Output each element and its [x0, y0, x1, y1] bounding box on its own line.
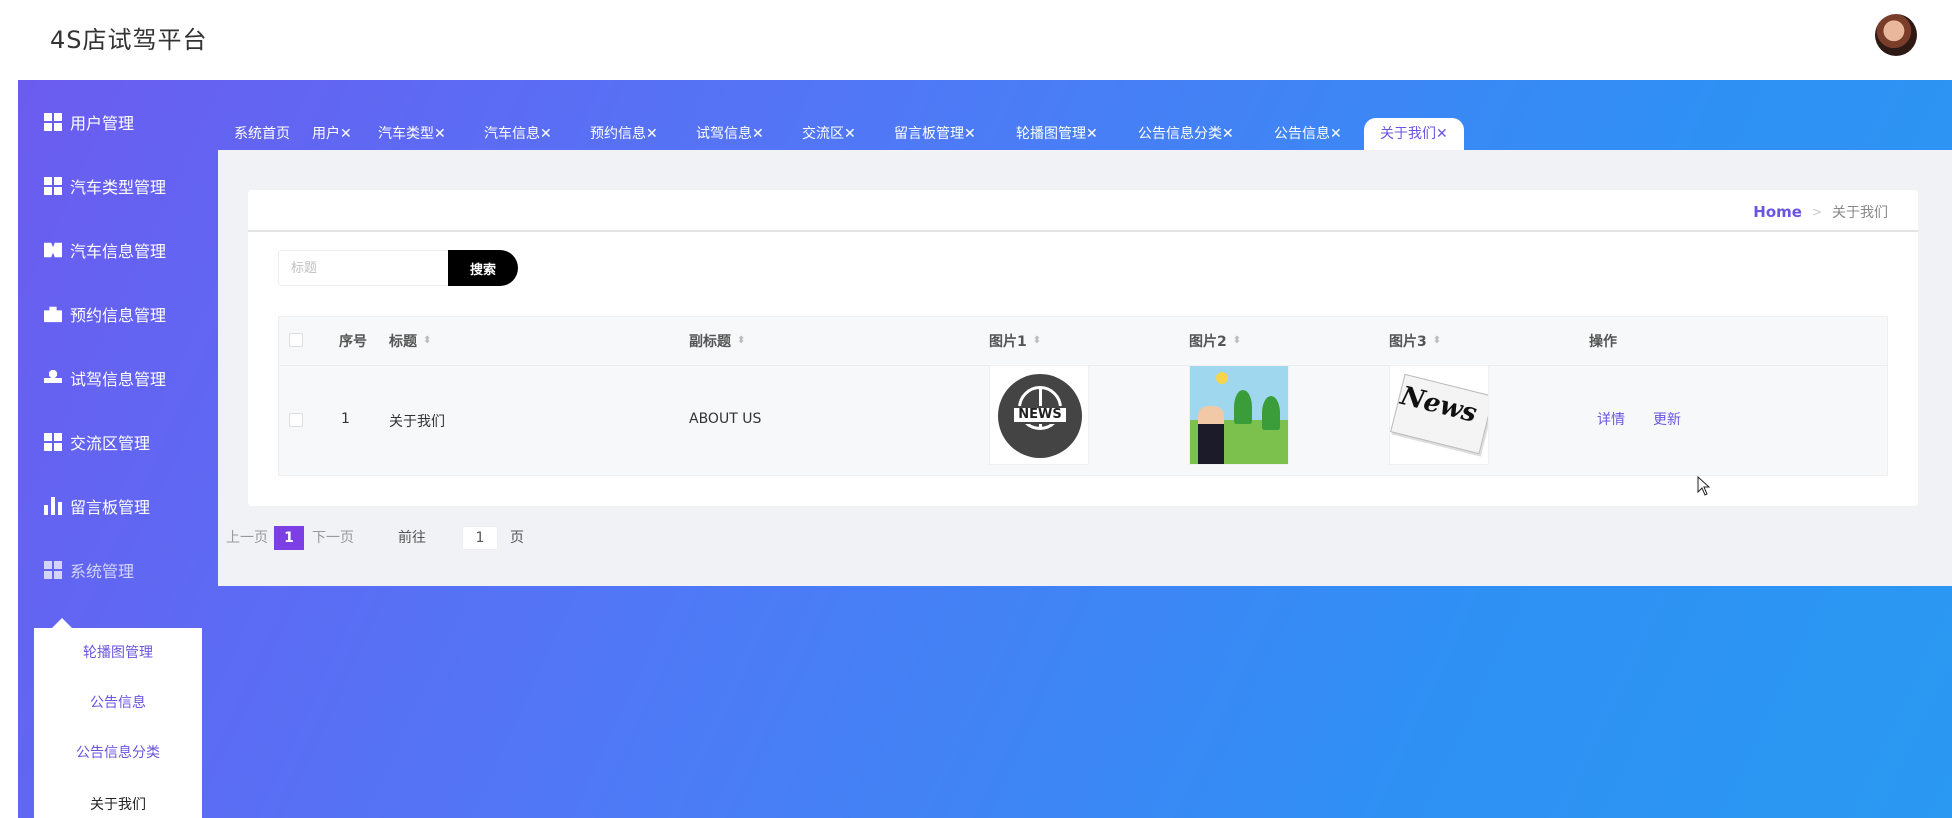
column-header-label: 图片2: [1189, 334, 1227, 350]
row-checkbox[interactable]: [289, 413, 303, 427]
sort-icon[interactable]: ⬍: [1033, 336, 1041, 346]
bar-chart-icon: [44, 497, 62, 515]
sidebar-item-message-board-management[interactable]: 留言板管理: [44, 490, 150, 522]
sidebar-item-booking-management[interactable]: 预约信息管理: [44, 298, 166, 330]
grid-icon: [44, 561, 62, 579]
breadcrumb-separator: >: [1811, 205, 1822, 219]
column-header-actions: 操作: [1589, 331, 1617, 351]
tab-about-us[interactable]: 关于我们✕: [1364, 118, 1464, 150]
column-header-label: 副标题: [689, 334, 731, 350]
tab-car-types[interactable]: 汽车类型✕: [378, 118, 446, 150]
grid-icon: [44, 113, 62, 131]
tab-home[interactable]: 系统首页: [234, 118, 290, 150]
data-table: 序号 标题 ⬍ 副标题 ⬍ 图片1 ⬍ 图片2 ⬍ 图片3 ⬍ 操作 1 关于我…: [278, 316, 1888, 476]
column-header-subtitle[interactable]: 副标题 ⬍: [689, 331, 745, 351]
sort-icon[interactable]: ⬍: [423, 336, 431, 346]
submenu-item-announcements[interactable]: 公告信息: [34, 692, 202, 712]
cell-index: 1: [341, 411, 350, 427]
tab-announcements[interactable]: 公告信息✕: [1274, 118, 1342, 150]
user-avatar[interactable]: [1875, 14, 1917, 56]
column-header-label: 操作: [1589, 334, 1617, 350]
column-header-label: 序号: [339, 334, 367, 350]
column-header-label: 标题: [389, 334, 417, 350]
sidebar-item-car-info-management[interactable]: 汽车信息管理: [44, 234, 166, 266]
submenu-item-about-us[interactable]: 关于我们: [34, 794, 202, 814]
sidebar-item-label: 留言板管理: [70, 498, 151, 517]
app-title: 4S店试驾平台: [50, 26, 208, 54]
column-header-image1[interactable]: 图片1 ⬍: [989, 331, 1041, 351]
sidebar-item-user-management[interactable]: 用户管理: [44, 106, 134, 138]
top-bar: 4S店试驾平台: [0, 0, 1952, 80]
grid-icon: [44, 177, 62, 195]
sidebar-item-test-drive-management[interactable]: 试驾信息管理: [44, 362, 166, 394]
tab-car-info[interactable]: 汽车信息✕: [484, 118, 552, 150]
breadcrumb: Home > 关于我们: [1753, 202, 1888, 222]
content-card: Home > 关于我们 搜索 序号 标题 ⬍ 副标题 ⬍: [248, 190, 1918, 506]
sidebar-item-label: 系统管理: [70, 562, 135, 581]
tree-shape: [1234, 390, 1252, 424]
sidebar-item-label: 汽车类型管理: [70, 178, 167, 197]
sidebar-item-label: 预约信息管理: [70, 306, 167, 325]
tree-shape: [1262, 396, 1280, 430]
submenu-item-carousel[interactable]: 轮播图管理: [34, 642, 202, 662]
pagination-current-page[interactable]: 1: [274, 526, 304, 550]
pagination-next[interactable]: 下一页: [312, 526, 354, 550]
column-header-image2[interactable]: 图片2 ⬍: [1189, 331, 1241, 351]
pagination-goto-label: 前往: [398, 530, 426, 546]
sidebar-item-label: 用户管理: [70, 114, 135, 133]
grid-icon: [44, 433, 62, 451]
column-header-title[interactable]: 标题 ⬍: [389, 331, 431, 351]
update-link[interactable]: 更新: [1653, 409, 1681, 429]
submenu-item-announcement-categories[interactable]: 公告信息分类: [34, 742, 202, 762]
pagination-page-unit: 页: [510, 530, 524, 546]
content-panel: Home > 关于我们 搜索 序号 标题 ⬍ 副标题 ⬍: [218, 150, 1952, 586]
briefcase-icon: [44, 306, 62, 323]
tab-users[interactable]: 用户✕: [312, 118, 352, 150]
pagination-goto-input[interactable]: 1: [462, 526, 498, 550]
cell-subtitle: ABOUT US: [689, 411, 762, 427]
divider: [248, 230, 1918, 232]
column-header-label: 图片1: [989, 334, 1027, 350]
sun-shape: [1216, 372, 1228, 384]
sort-icon[interactable]: ⬍: [1233, 336, 1241, 346]
sidebar-item-label: 交流区管理: [70, 434, 151, 453]
tab-announcement-categories[interactable]: 公告信息分类✕: [1138, 118, 1234, 150]
news-label: NEWS: [1012, 406, 1068, 424]
tab-forum[interactable]: 交流区✕: [802, 118, 856, 150]
ticket-icon: [44, 242, 62, 258]
breadcrumb-home[interactable]: Home: [1753, 203, 1802, 221]
tab-message-board[interactable]: 留言板管理✕: [894, 118, 976, 150]
sort-icon[interactable]: ⬍: [1433, 336, 1441, 346]
column-header-image3[interactable]: 图片3 ⬍: [1389, 331, 1441, 351]
pagination-prev[interactable]: 上一页: [226, 526, 268, 550]
mouse-cursor-icon: [1697, 476, 1711, 496]
tab-bookings[interactable]: 预约信息✕: [590, 118, 658, 150]
search-button[interactable]: 搜索: [448, 250, 518, 286]
detail-link[interactable]: 详情: [1597, 409, 1625, 429]
cell-image3-thumbnail[interactable]: News: [1389, 365, 1489, 465]
sidebar: 用户管理 汽车类型管理 汽车信息管理 预约信息管理 试驾信息管理 交流区管理 留…: [18, 80, 218, 818]
sidebar-item-forum-management[interactable]: 交流区管理: [44, 426, 150, 458]
column-header-index: 序号: [339, 331, 367, 351]
tab-bar: 系统首页 用户✕ 汽车类型✕ 汽车信息✕ 预约信息✕ 试驾信息✕ 交流区✕ 留言…: [218, 118, 1952, 150]
user-icon: [44, 369, 62, 387]
sidebar-item-label: 试驾信息管理: [70, 370, 167, 389]
system-submenu: 轮播图管理 公告信息 公告信息分类 关于我们: [34, 618, 202, 818]
sort-icon[interactable]: ⬍: [737, 336, 745, 346]
column-header-label: 图片3: [1389, 334, 1427, 350]
select-all-checkbox[interactable]: [289, 333, 303, 347]
cell-title: 关于我们: [389, 414, 445, 430]
cell-image2-thumbnail[interactable]: [1189, 365, 1289, 465]
search-input[interactable]: [278, 250, 448, 286]
person-figure: [1198, 406, 1224, 464]
breadcrumb-current: 关于我们: [1832, 205, 1888, 221]
main-stage: 用户管理 汽车类型管理 汽车信息管理 预约信息管理 试驾信息管理 交流区管理 留…: [18, 80, 1952, 818]
sidebar-item-system-management[interactable]: 系统管理: [44, 554, 134, 586]
sidebar-item-car-type-management[interactable]: 汽车类型管理: [44, 170, 166, 202]
tab-carousel[interactable]: 轮播图管理✕: [1016, 118, 1098, 150]
cell-image1-thumbnail[interactable]: NEWS: [989, 365, 1089, 465]
sidebar-item-label: 汽车信息管理: [70, 242, 167, 261]
tab-test-drives[interactable]: 试驾信息✕: [696, 118, 764, 150]
